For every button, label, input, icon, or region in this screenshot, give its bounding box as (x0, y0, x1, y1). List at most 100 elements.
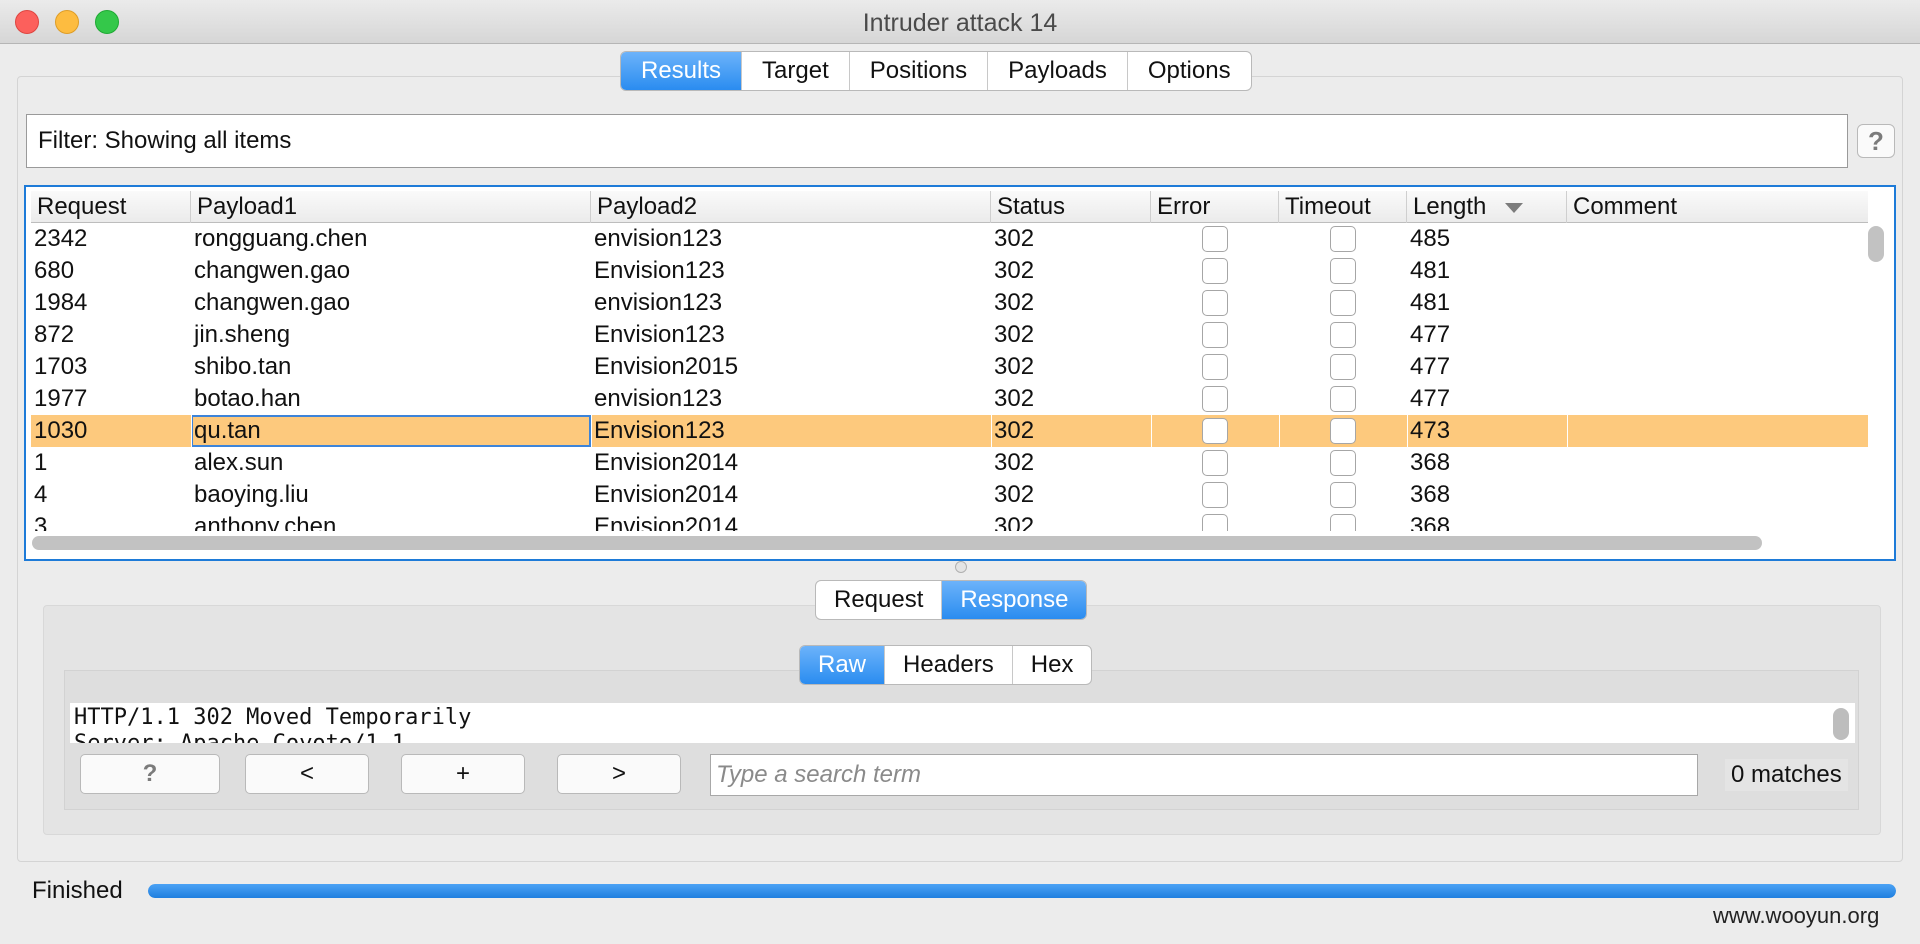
cell-length[interactable]: 368 (1407, 447, 1567, 479)
cell-request[interactable]: 1030 (31, 415, 191, 447)
cell-payload2[interactable]: envision123 (591, 287, 991, 319)
cell-comment[interactable] (1567, 415, 1868, 447)
timeout-checkbox[interactable] (1330, 514, 1356, 531)
cell-status[interactable]: 302 (991, 351, 1151, 383)
table-row[interactable]: 1703 shibo.tan Envision2015 302 477 (31, 351, 1868, 383)
error-checkbox[interactable] (1202, 226, 1228, 252)
raw-vertical-scrollbar[interactable] (1833, 708, 1849, 740)
cell-payload1[interactable]: rongguang.chen (191, 223, 591, 255)
tab-positions[interactable]: Positions (850, 52, 989, 90)
split-pane-divider[interactable] (955, 561, 967, 573)
table-row[interactable]: 4 baoying.liu Envision2014 302 368 (31, 479, 1868, 511)
cell-length[interactable]: 481 (1407, 255, 1567, 287)
cell-payload1[interactable]: qu.tan (191, 415, 591, 447)
column-header-error[interactable]: Error (1151, 191, 1279, 223)
cell-payload2[interactable]: Envision123 (591, 319, 991, 351)
column-header-payload1[interactable]: Payload1 (191, 191, 591, 223)
error-checkbox[interactable] (1202, 418, 1228, 444)
cell-status[interactable]: 302 (991, 287, 1151, 319)
tab-raw[interactable]: Raw (800, 646, 886, 684)
search-help-button[interactable]: ? (80, 754, 220, 794)
raw-response-text[interactable]: HTTP/1.1 302 Moved Temporarily Server: A… (70, 703, 1855, 743)
filter-help-button[interactable]: ? (1857, 124, 1895, 158)
cell-comment[interactable] (1567, 447, 1868, 479)
tab-results[interactable]: Results (621, 52, 743, 90)
cell-payload1[interactable]: botao.han (191, 383, 591, 415)
table-row[interactable]: 1 alex.sun Envision2014 302 368 (31, 447, 1868, 479)
cell-payload2[interactable]: envision123 (591, 223, 991, 255)
error-checkbox[interactable] (1202, 290, 1228, 316)
column-header-comment[interactable]: Comment (1567, 191, 1868, 223)
cell-request[interactable]: 680 (31, 255, 191, 287)
tab-response[interactable]: Response (942, 581, 1087, 619)
column-header-payload2[interactable]: Payload2 (591, 191, 991, 223)
timeout-checkbox[interactable] (1330, 450, 1356, 476)
cell-request[interactable]: 1984 (31, 287, 191, 319)
cell-status[interactable]: 302 (991, 383, 1151, 415)
cell-comment[interactable] (1567, 319, 1868, 351)
cell-status[interactable]: 302 (991, 223, 1151, 255)
cell-payload2[interactable]: Envision123 (591, 415, 991, 447)
previous-match-button[interactable]: < (245, 754, 369, 794)
cell-comment[interactable] (1567, 223, 1868, 255)
cell-payload1[interactable]: jin.sheng (191, 319, 591, 351)
cell-length[interactable]: 368 (1407, 511, 1567, 531)
timeout-checkbox[interactable] (1330, 354, 1356, 380)
search-input[interactable] (710, 754, 1698, 796)
cell-payload1[interactable]: changwen.gao (191, 287, 591, 319)
cell-payload2[interactable]: Envision2015 (591, 351, 991, 383)
table-horizontal-scrollbar[interactable] (32, 536, 1762, 550)
tab-payloads[interactable]: Payloads (988, 52, 1128, 90)
cell-payload1[interactable]: shibo.tan (191, 351, 591, 383)
cell-status[interactable]: 302 (991, 479, 1151, 511)
error-checkbox[interactable] (1202, 482, 1228, 508)
tab-headers[interactable]: Headers (885, 646, 1013, 684)
filter-bar[interactable]: Filter: Showing all items (26, 114, 1848, 168)
error-checkbox[interactable] (1202, 514, 1228, 531)
table-row[interactable]: 1030 qu.tan Envision123 302 473 (31, 415, 1868, 447)
cell-request[interactable]: 872 (31, 319, 191, 351)
tab-options[interactable]: Options (1128, 52, 1251, 90)
cell-status[interactable]: 302 (991, 415, 1151, 447)
cell-status[interactable]: 302 (991, 319, 1151, 351)
cell-payload1[interactable]: baoying.liu (191, 479, 591, 511)
cell-request[interactable]: 1977 (31, 383, 191, 415)
cell-payload2[interactable]: Envision123 (591, 255, 991, 287)
cell-comment[interactable] (1567, 383, 1868, 415)
table-row[interactable]: 3 anthony.chen Envision2014 302 368 (31, 511, 1868, 531)
cell-request[interactable]: 2342 (31, 223, 191, 255)
error-checkbox[interactable] (1202, 450, 1228, 476)
timeout-checkbox[interactable] (1330, 386, 1356, 412)
cell-length[interactable]: 485 (1407, 223, 1567, 255)
column-header-request[interactable]: Request (31, 191, 191, 223)
cell-length[interactable]: 477 (1407, 351, 1567, 383)
table-row[interactable]: 872 jin.sheng Envision123 302 477 (31, 319, 1868, 351)
cell-length[interactable]: 481 (1407, 287, 1567, 319)
error-checkbox[interactable] (1202, 354, 1228, 380)
column-header-timeout[interactable]: Timeout (1279, 191, 1407, 223)
timeout-checkbox[interactable] (1330, 322, 1356, 348)
cell-payload1[interactable]: alex.sun (191, 447, 591, 479)
error-checkbox[interactable] (1202, 386, 1228, 412)
table-row[interactable]: 2342 rongguang.chen envision123 302 485 (31, 223, 1868, 255)
error-checkbox[interactable] (1202, 322, 1228, 348)
timeout-checkbox[interactable] (1330, 226, 1356, 252)
column-header-length[interactable]: Length (1407, 191, 1567, 223)
cell-comment[interactable] (1567, 255, 1868, 287)
cell-payload2[interactable]: Envision2014 (591, 479, 991, 511)
cell-length[interactable]: 477 (1407, 319, 1567, 351)
tab-target[interactable]: Target (742, 52, 850, 90)
cell-payload2[interactable]: envision123 (591, 383, 991, 415)
cell-length[interactable]: 477 (1407, 383, 1567, 415)
cell-payload2[interactable]: Envision2014 (591, 447, 991, 479)
timeout-checkbox[interactable] (1330, 290, 1356, 316)
cell-length[interactable]: 473 (1407, 415, 1567, 447)
next-match-button[interactable]: > (557, 754, 681, 794)
cell-status[interactable]: 302 (991, 255, 1151, 287)
cell-status[interactable]: 302 (991, 447, 1151, 479)
table-row[interactable]: 1984 changwen.gao envision123 302 481 (31, 287, 1868, 319)
timeout-checkbox[interactable] (1330, 258, 1356, 284)
timeout-checkbox[interactable] (1330, 482, 1356, 508)
add-search-button[interactable]: + (401, 754, 525, 794)
table-row[interactable]: 1977 botao.han envision123 302 477 (31, 383, 1868, 415)
